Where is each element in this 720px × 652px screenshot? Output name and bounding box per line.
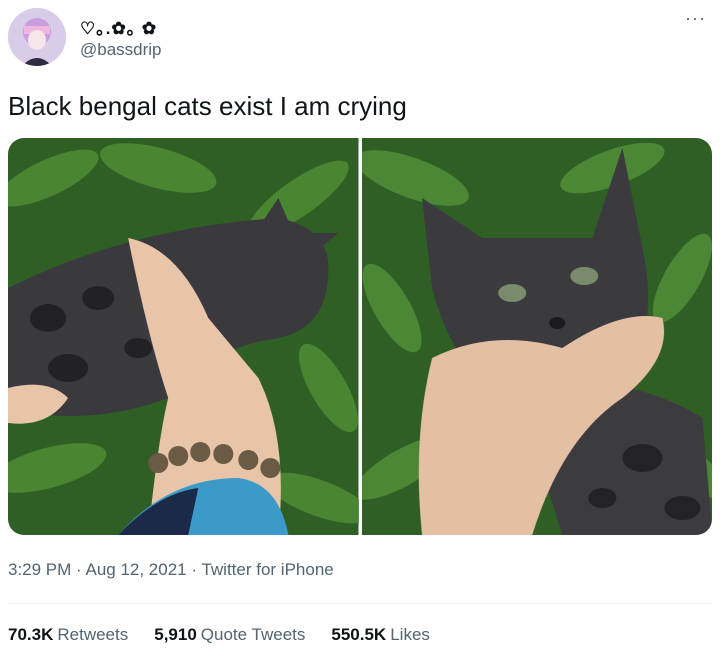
- quote-tweets-stat[interactable]: 5,910 Quote Tweets: [154, 625, 305, 645]
- tweet-client[interactable]: Twitter for iPhone: [201, 560, 333, 579]
- photo-right[interactable]: [353, 138, 712, 535]
- display-name[interactable]: ♡｡.✿｡ ✿: [80, 14, 157, 39]
- avatar[interactable]: [8, 8, 66, 66]
- tweet-text: Black bengal cats exist I am crying: [8, 91, 407, 121]
- retweets-stat[interactable]: 70.3K Retweets: [8, 625, 128, 645]
- tweet-time[interactable]: 3:29 PM: [8, 560, 71, 579]
- separator: ·: [186, 560, 202, 579]
- tweet-date[interactable]: Aug 12, 2021: [85, 560, 186, 579]
- separator: ·: [71, 560, 86, 579]
- more-options-icon[interactable]: ···: [685, 8, 706, 29]
- likes-stat[interactable]: 550.5K Likes: [331, 625, 430, 645]
- tweet-metadata: 3:29 PM · Aug 12, 2021 · Twitter for iPh…: [8, 560, 334, 580]
- user-handle[interactable]: @bassdrip: [80, 40, 162, 60]
- photo-left[interactable]: [8, 138, 371, 535]
- divider: [8, 603, 712, 604]
- tweet-media[interactable]: [8, 138, 712, 535]
- tweet-stats: 70.3K Retweets 5,910 Quote Tweets 550.5K Li…: [8, 625, 430, 645]
